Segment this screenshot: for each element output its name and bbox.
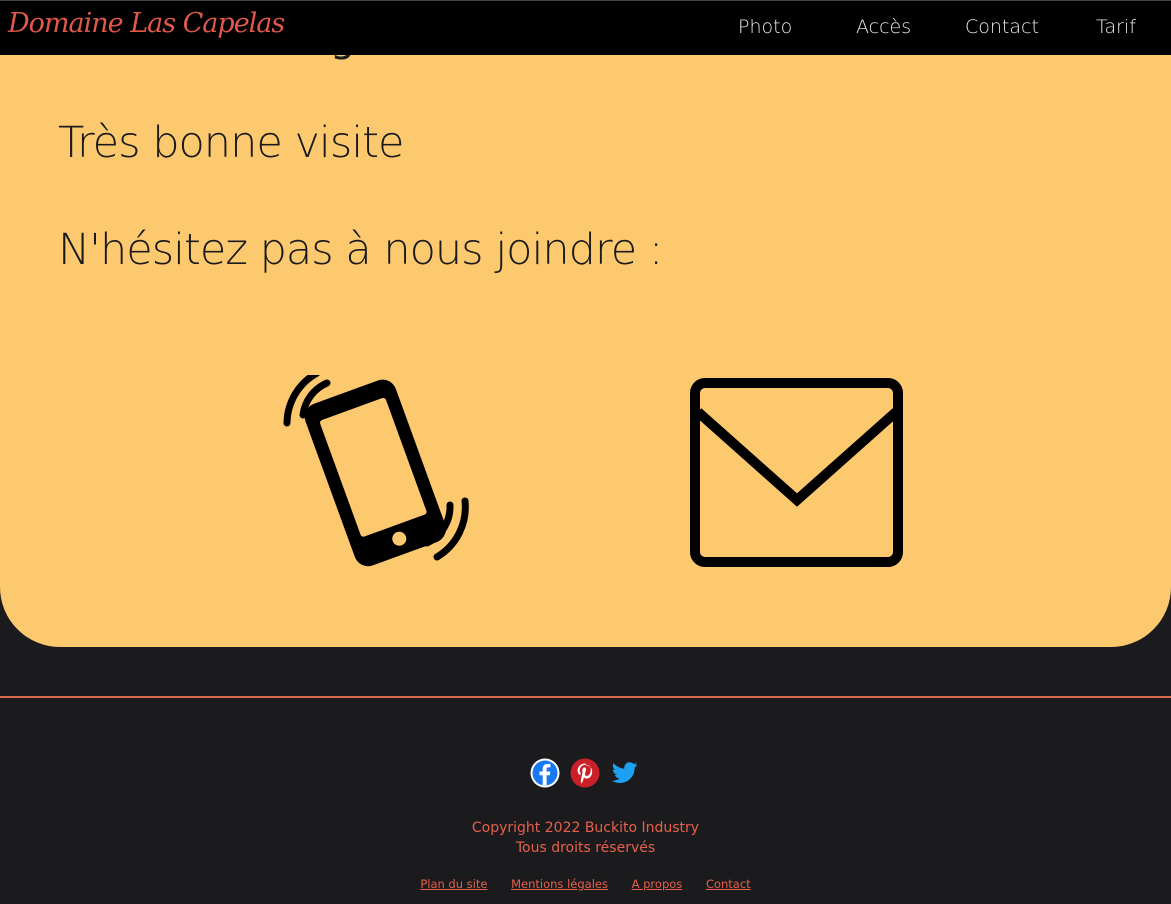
site-logo[interactable]: Domaine Las Capelas <box>8 8 285 39</box>
phone-vibrate-icon[interactable] <box>265 369 485 574</box>
main-content-card: g Très bonne visite N'hésitez pas à nous… <box>0 0 1171 647</box>
nav-acces[interactable]: Accès <box>856 16 911 38</box>
facebook-icon[interactable] <box>530 758 560 788</box>
site-header: Domaine Las Capelas Photo Accès Contact … <box>0 0 1171 55</box>
nav-tarif[interactable]: Tarif <box>1096 16 1136 38</box>
footer-links: Plan du site Mentions légales A propos C… <box>0 877 1171 891</box>
visit-message: Très bonne visite <box>58 118 404 168</box>
nav-contact[interactable]: Contact <box>965 16 1039 38</box>
nav-photo[interactable]: Photo <box>738 16 792 38</box>
footer-link-contact[interactable]: Contact <box>706 877 751 891</box>
contact-prompt: N'hésitez pas à nous joindre : <box>58 225 663 275</box>
pinterest-icon[interactable] <box>570 758 600 788</box>
twitter-icon[interactable] <box>610 758 640 788</box>
copyright-line-2: Tous droits réservés <box>515 840 656 856</box>
footer-divider <box>0 696 1171 698</box>
footer-link-plan-du-site[interactable]: Plan du site <box>420 877 487 891</box>
social-links <box>530 758 640 788</box>
footer-link-mentions-legales[interactable]: Mentions légales <box>511 877 608 891</box>
envelope-icon[interactable] <box>690 378 905 572</box>
footer-link-a-propos[interactable]: A propos <box>632 877 683 891</box>
copyright-line-1: Copyright 2022 Buckito Industry <box>471 820 700 836</box>
